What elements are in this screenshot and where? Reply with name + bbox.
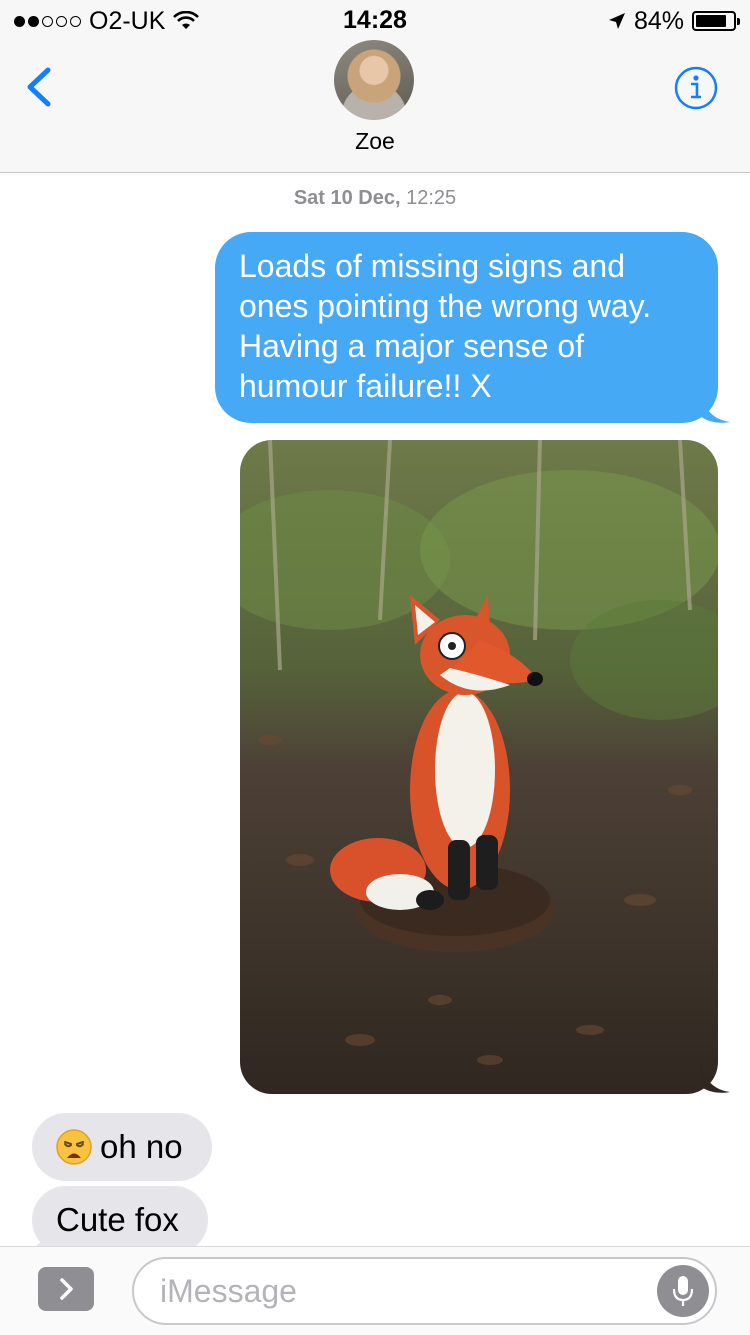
chevron-left-icon[interactable]: [16, 62, 66, 112]
chevron-right-icon: [60, 1278, 73, 1300]
microphone-icon: [672, 1276, 694, 1306]
incoming-message-bubble[interactable]: Cute fox: [32, 1186, 208, 1254]
incoming-message-bubble[interactable]: oh no: [32, 1113, 212, 1181]
status-right: 84%: [608, 6, 740, 36]
location-arrow-icon: [608, 13, 625, 29]
outgoing-message-bubble[interactable]: Loads of missing signs and ones pointing…: [215, 232, 718, 423]
message-input[interactable]: [160, 1259, 650, 1323]
photo-attachment[interactable]: [240, 440, 718, 1094]
contact-name[interactable]: Zoe: [0, 128, 750, 155]
timestamp-time: 12:25: [406, 187, 457, 209]
message-text: Cute fox: [56, 1201, 179, 1238]
status-bar: O2-UK 14:28 84%: [0, 0, 750, 40]
battery-icon: [692, 11, 740, 31]
message-field[interactable]: [132, 1257, 717, 1325]
battery-percentage: 84%: [633, 6, 684, 35]
fox-sculpture-photo: [240, 440, 718, 1094]
message-text: oh no: [100, 1128, 183, 1165]
microphone-button[interactable]: [657, 1265, 709, 1317]
message-composer: [0, 1246, 750, 1335]
weary-face-icon: [56, 1129, 92, 1165]
conversation-header: Zoe: [0, 40, 750, 173]
apps-button[interactable]: [38, 1267, 94, 1311]
timestamp-day: Sat 10 Dec,: [293, 187, 401, 209]
bubble-tail: [700, 1062, 730, 1093]
message-timestamp: Sat 10 Dec, 12:25: [0, 187, 750, 210]
bubble-tail: [700, 392, 730, 423]
avatar[interactable]: [334, 40, 414, 120]
info-icon[interactable]: [674, 66, 718, 110]
